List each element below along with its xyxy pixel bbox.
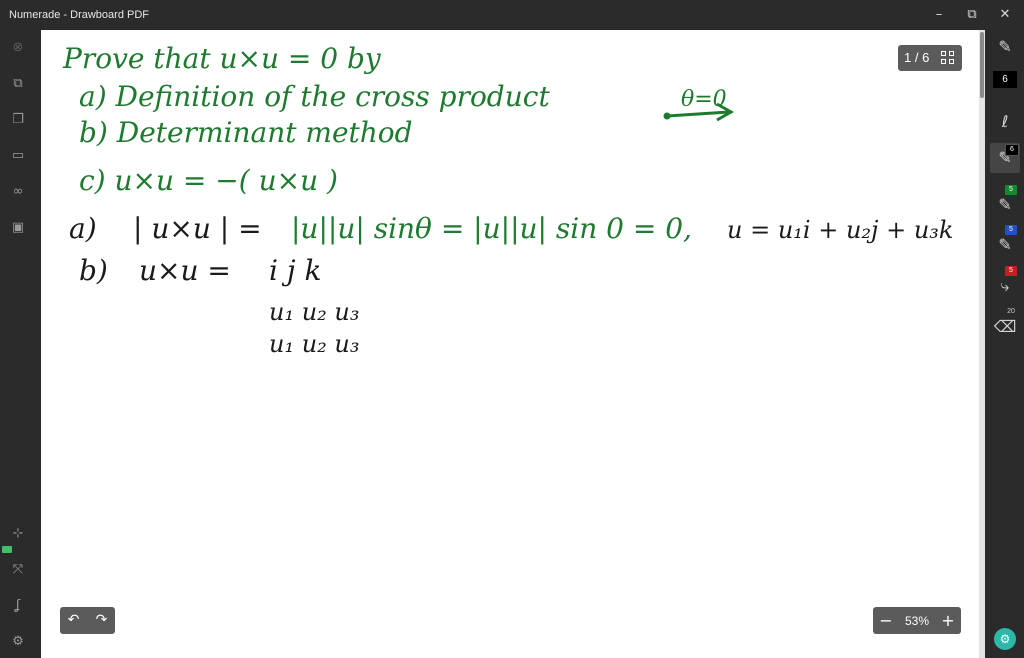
app-settings-icon[interactable]: ⚙ <box>994 628 1016 650</box>
ruler-icon[interactable]: ⊹ <box>8 524 28 544</box>
minimize-button[interactable]: – <box>924 4 954 26</box>
undo-button[interactable]: ↶ <box>60 607 87 634</box>
determinant-row-2: u₁ u₂ u₃ <box>269 298 360 326</box>
pen-blue-badge: 5 <box>1005 225 1017 235</box>
ink-line-2: a) Definition of the cross product <box>79 80 550 113</box>
ink-layer: Prove that u×u = 0 by a) Definition of t… <box>62 42 953 358</box>
ink-line-6-expr: u×u = <box>139 254 231 287</box>
zoom-control: − 53% + <box>873 607 961 634</box>
close-circle-icon[interactable]: ⊗ <box>8 38 28 58</box>
maximize-button[interactable]: ⧉ <box>957 4 987 26</box>
vertical-scrollbar[interactable] <box>979 30 985 658</box>
ink-line-5-expr: | u×u | = <box>133 212 262 245</box>
zoom-out-button[interactable]: − <box>873 607 899 634</box>
ink-arrow-line <box>666 110 730 118</box>
ink-line-5-vector: u = u₁i + u₂j + u₃k <box>727 216 953 244</box>
green-marker-icon <box>2 546 12 553</box>
copy-icon[interactable]: ❐ <box>8 110 28 130</box>
save-icon[interactable]: ▣ <box>8 218 28 238</box>
pen-tool-icon[interactable]: ✎ <box>990 32 1020 62</box>
right-toolbar: ✎ 6 ℓ ✎ 6 ✎ 5 ✎ 5 ⤷ 5 ⌫ 20 ⚙ <box>986 30 1024 658</box>
ink-side-note: θ=0 <box>681 87 727 112</box>
ink-line-5-green: |u||u| sinθ = |u||u| sin 0 = 0, <box>291 212 692 245</box>
close-button[interactable]: ✕ <box>990 4 1020 26</box>
determinant-row-1: i j k <box>269 254 321 287</box>
undo-redo-group: ↶ ↷ <box>60 607 115 634</box>
ink-line-4: c) u×u = −( u×u ) <box>79 164 338 197</box>
lasso-select-icon[interactable]: ℓ <box>990 107 1020 137</box>
settings-icon[interactable]: ⚙ <box>8 632 28 652</box>
ink-line-5-label: a) <box>69 212 97 245</box>
binoculars-icon[interactable]: ∞ <box>8 182 28 202</box>
page-counter[interactable]: 1 / 6 <box>898 45 962 71</box>
redo-button[interactable]: ↷ <box>88 607 115 634</box>
eraser-badge: 20 <box>1007 308 1015 315</box>
pen-green-badge: 5 <box>1005 185 1017 195</box>
pen-black-badge: 6 <box>1005 144 1019 156</box>
scrollbar-thumb[interactable] <box>980 32 984 98</box>
window-title: Numerade - Drawboard PDF <box>9 9 149 21</box>
page-grid-icon[interactable] <box>941 51 956 66</box>
left-tool-rail: ⊗ ⧉ ❐ ▭ ∞ ▣ ⊹ ⤧ ʆ ⚙ <box>0 30 36 658</box>
lasso-icon[interactable]: ʆ <box>8 596 28 616</box>
keyboard-icon[interactable]: ▭ <box>8 146 28 166</box>
zoom-in-button[interactable]: + <box>935 607 961 634</box>
ink-line-1: Prove that u×u = 0 by <box>62 42 382 75</box>
ink-arrow-dot <box>663 112 671 120</box>
page-number: 1 / 6 <box>904 50 930 65</box>
determinant-row-3: u₁ u₂ u₃ <box>269 330 360 358</box>
pen-size[interactable]: 6 <box>993 71 1017 88</box>
layers-icon[interactable]: ⧉ <box>8 74 28 94</box>
fit-screen-icon[interactable]: ⤧ <box>8 560 28 580</box>
title-bar: Numerade - Drawboard PDF – ⧉ ✕ <box>0 0 1024 30</box>
document-canvas[interactable]: Prove that u×u = 0 by a) Definition of t… <box>41 30 979 658</box>
zoom-level: 53% <box>904 614 930 628</box>
ink-line-3: b) Determinant method <box>79 116 413 149</box>
pen-red-badge: 5 <box>1005 266 1017 276</box>
ink-line-6-label: b) <box>79 254 108 287</box>
